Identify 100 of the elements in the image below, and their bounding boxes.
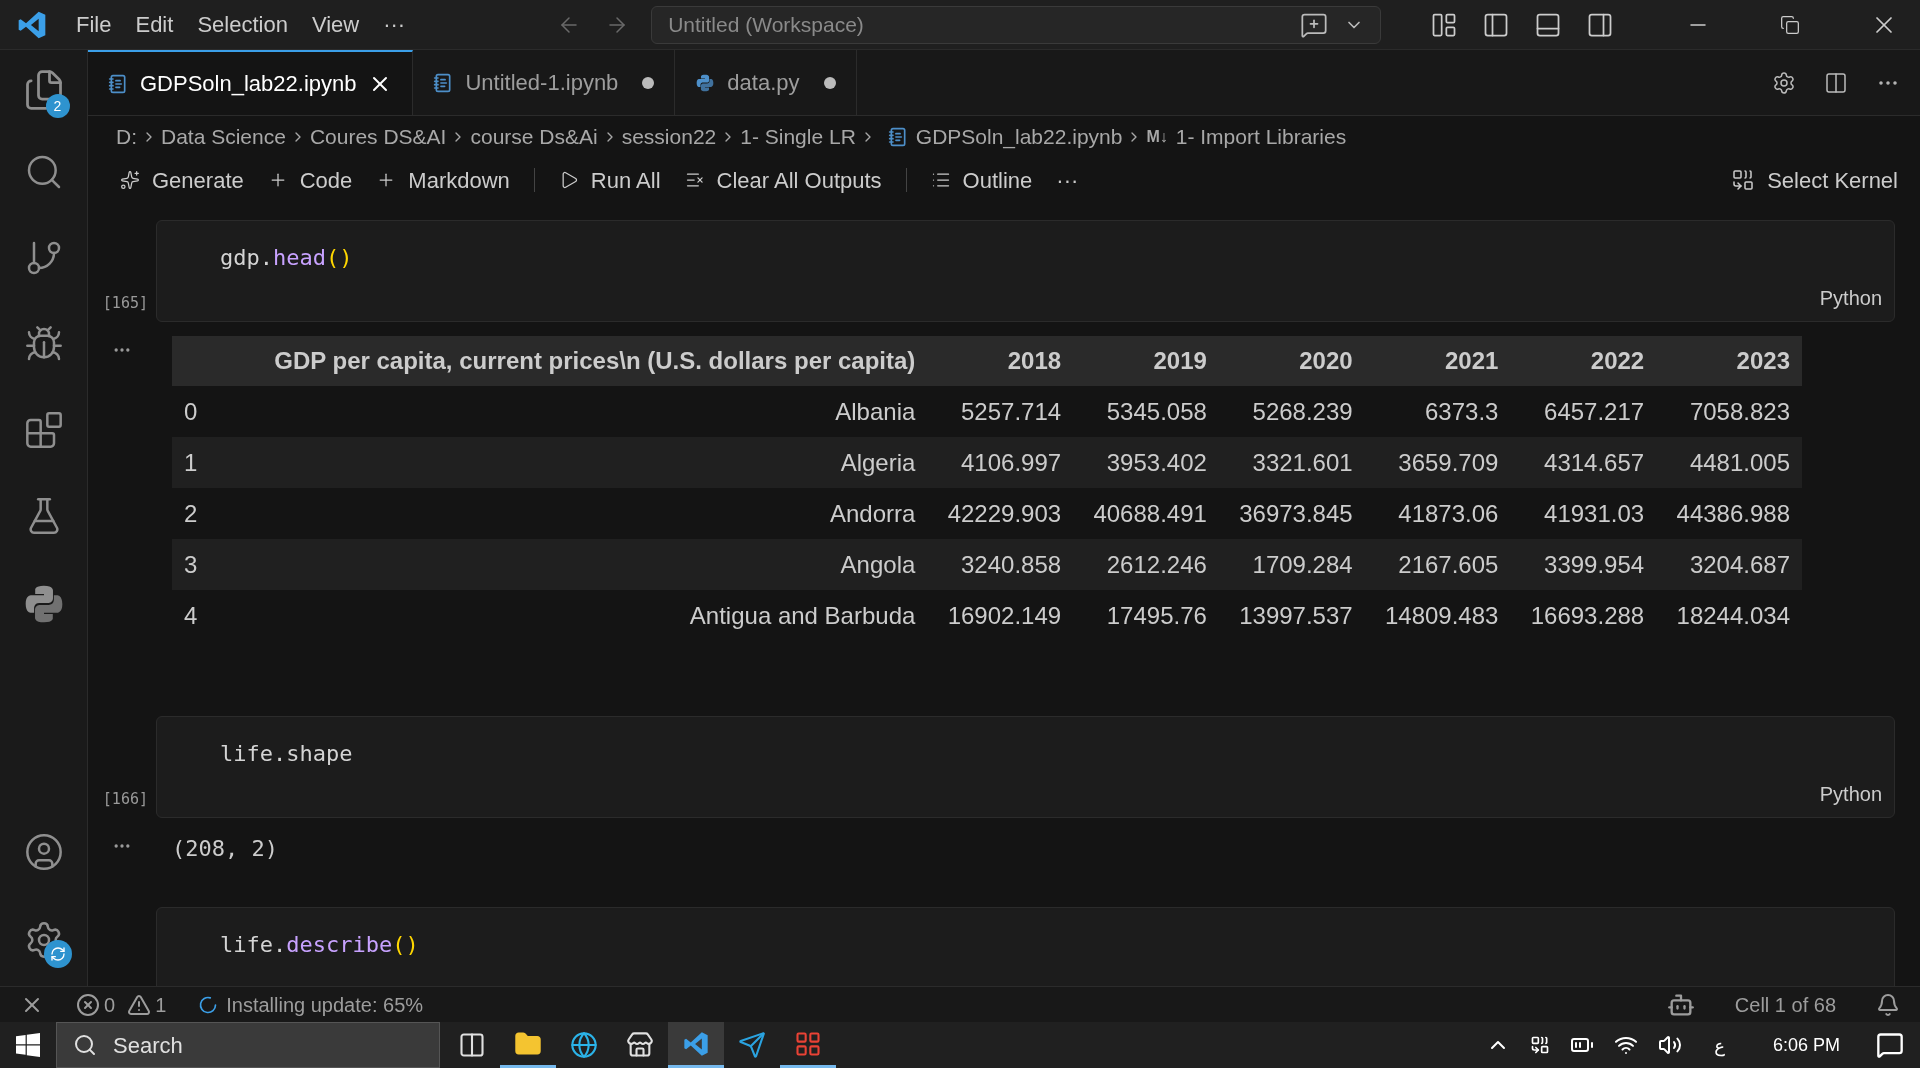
search-icon [73,1033,97,1057]
table-cell: 18244.034 [1656,590,1802,641]
volume-icon[interactable] [1658,1033,1683,1057]
menu-item[interactable]: Edit [123,8,186,41]
kernel-icon [1731,168,1756,192]
code-cell[interactable]: life.shape Python [156,716,1895,818]
menu-item[interactable]: File [64,8,124,41]
table-cell: 6457.217 [1510,386,1657,437]
table-cell: 5268.239 [1218,386,1365,437]
table-cell: 2612.246 [1073,539,1219,590]
markdown-icon: M↓ [1146,125,1168,149]
error-count[interactable]: 0 [104,989,116,1020]
breadcrumb-item[interactable]: Coures DS&AI [309,121,447,153]
restore-icon[interactable] [1780,14,1800,35]
notification-badge: 2 [45,94,70,118]
menu-item[interactable]: ··· [371,8,418,41]
breadcrumb-item[interactable]: session22 [621,121,717,153]
command-center[interactable]: Untitled (Workspace) [651,5,1382,44]
table-cell: 42229.903 [927,488,1074,539]
extensions-icon[interactable] [23,410,64,450]
toolbar-button[interactable]: Run All [546,163,673,197]
editor-tab[interactable]: data.py [675,50,857,115]
table-cell: 41931.03 [1510,488,1657,539]
execution-count: [165] [102,292,148,314]
input-language[interactable]: ع [1702,1031,1737,1059]
execution-count: [166] [102,788,148,810]
breadcrumb-item[interactable]: GDPSoln_lab22.ipynb [915,121,1123,153]
code-cell[interactable]: life.describe() [156,907,1895,986]
bell-icon[interactable] [1876,992,1900,1017]
menu-item[interactable]: Selection [185,8,300,41]
column-header: 2019 [1073,336,1219,386]
row-index: 1 [172,437,222,488]
column-header: 2023 [1656,336,1802,386]
globe-icon [570,1031,598,1059]
language-label[interactable]: Python [1819,283,1882,313]
column-header: 2018 [927,336,1074,386]
clock[interactable]: 6:06 PM [1756,1031,1856,1059]
table-cell: 41873.06 [1364,488,1511,539]
windows-logo-icon[interactable] [16,1033,40,1057]
table-cell: 5257.714 [927,386,1074,437]
breadcrumb-item[interactable]: Data Science [161,121,286,153]
table-cell: 16693.288 [1510,590,1657,641]
warning-icon[interactable] [127,992,152,1017]
table-cell: 16902.149 [927,590,1074,641]
table-cell: 3659.709 [1364,437,1511,488]
table-cell: 44386.988 [1656,488,1802,539]
table-cell: Algeria [222,437,928,488]
error-icon[interactable] [76,992,100,1017]
row-index: 3 [172,539,222,590]
breadcrumb-item[interactable]: course Ds&Ai [470,121,598,153]
settings-icon[interactable] [1772,70,1796,95]
toolbar-button[interactable]: Generate [108,163,256,197]
table-cell: 3399.954 [1510,539,1657,590]
editor-tab[interactable]: Untitled-1.ipynb [413,50,676,115]
table-cell: 3204.687 [1656,539,1802,590]
table-cell: 5345.058 [1073,386,1219,437]
taskbar-search-field[interactable]: Search [56,1022,440,1068]
table-cell: 4481.005 [1656,437,1802,488]
account-icon[interactable] [23,832,64,872]
table-cell: 13997.537 [1218,590,1365,641]
breadcrumb-item[interactable]: 1- Single LR [740,121,856,153]
code-line: life.shape [220,740,354,768]
toolbar-button[interactable]: Markdown [364,163,522,197]
table-cell: 14809.483 [1364,590,1511,641]
paper-plane-icon [738,1031,766,1059]
toolbar-button[interactable]: ··· [1044,163,1091,197]
code-cell[interactable]: gdp.head() Python [156,220,1895,322]
table-cell: Albania [222,386,928,437]
table-cell: 3953.402 [1073,437,1219,488]
row-index: 0 [172,386,222,437]
toolbar-button[interactable]: Outline [918,163,1045,197]
taskbar-app[interactable] [668,1022,724,1068]
update-status[interactable]: Installing update: 65% [226,989,424,1020]
warning-count[interactable]: 1 [155,989,167,1020]
toolbar-button[interactable]: Code [255,163,365,197]
cell-indicator[interactable]: Cell 1 of 68 [1734,989,1836,1020]
column-header: GDP per capita, current prices\n (U.S. dollars per capita) [222,336,928,386]
sparkle-icon [120,170,140,190]
split-editor-icon[interactable] [1824,70,1848,95]
language-label[interactable]: Python [1819,779,1882,809]
table-cell: 7058.823 [1656,386,1802,437]
toolbar-button[interactable]: Clear All Outputs [672,163,894,197]
code-line: gdp.head() [220,244,354,272]
notification-icon[interactable] [1876,1031,1904,1059]
breadcrumb-item[interactable]: 1- Import Libraries [1175,121,1347,153]
table-cell: 3240.858 [927,539,1074,590]
select-kernel-button[interactable]: Select Kernel [1731,163,1898,197]
table-cell: 4106.997 [927,437,1074,488]
editor-tab[interactable]: GDPSoln_lab22.ipynb [88,50,414,115]
row-index: 2 [172,488,222,539]
table-cell: 17495.76 [1073,590,1219,641]
table-cell: 2167.605 [1364,539,1511,590]
notebook-icon [887,127,908,147]
table-cell: 3321.601 [1218,437,1365,488]
table-cell: 6373.3 [1364,386,1511,437]
table-cell: 36973.845 [1218,488,1365,539]
column-header: 2021 [1364,336,1511,386]
python-icon [695,72,716,93]
menu-item[interactable]: View [299,8,372,41]
breadcrumb-item[interactable]: D: [116,121,137,153]
